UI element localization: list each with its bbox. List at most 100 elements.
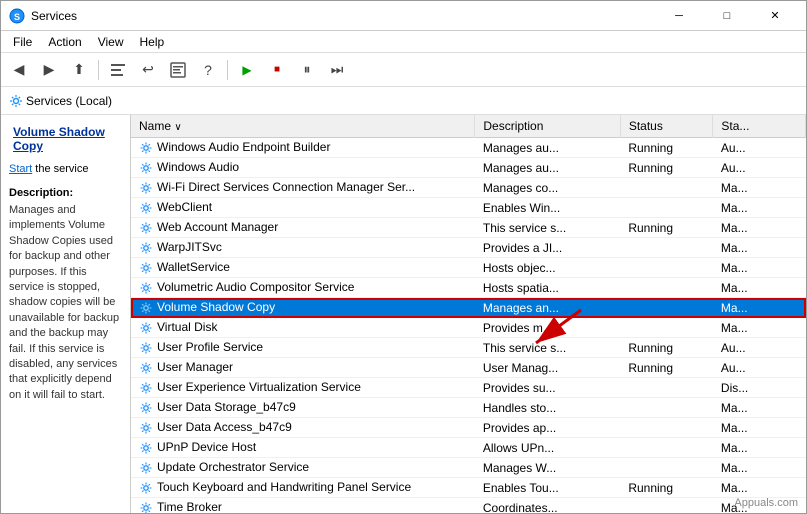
play-button[interactable]: ▶ [233, 57, 261, 83]
service-startup-cell: Ma... [713, 238, 806, 258]
service-name: User Experience Virtualization Service [157, 380, 361, 394]
sidebar-description: Description: Manages and implements Volu… [5, 183, 126, 407]
service-name-cell: Web Account Manager [131, 218, 475, 238]
table-row[interactable]: Virtual DiskProvides m...Ma... [131, 318, 806, 338]
refresh-button[interactable]: ↩ [134, 57, 162, 83]
service-startup-cell: Ma... [713, 298, 806, 318]
table-row[interactable]: Update Orchestrator ServiceManages W...M… [131, 458, 806, 478]
service-name-cell: UPnP Device Host [131, 438, 475, 458]
table-row[interactable]: User Profile ServiceThis service s...Run… [131, 338, 806, 358]
service-name-cell: Touch Keyboard and Handwriting Panel Ser… [131, 478, 475, 498]
service-desc-cell: User Manag... [475, 358, 620, 378]
service-desc-cell: Handles sto... [475, 398, 620, 418]
table-row[interactable]: Volumetric Audio Compositor ServiceHosts… [131, 278, 806, 298]
table-row[interactable]: WebClientEnables Win...Ma... [131, 198, 806, 218]
service-desc-cell: Manages au... [475, 138, 620, 158]
service-name: Wi-Fi Direct Services Connection Manager… [157, 180, 415, 194]
title-bar: S Services ─ □ ✕ [1, 1, 806, 31]
service-startup-cell: Ma... [713, 398, 806, 418]
service-desc-cell: Enables Win... [475, 198, 620, 218]
table-row[interactable]: Windows AudioManages au...RunningAu... [131, 158, 806, 178]
service-startup-cell: Dis... [713, 378, 806, 398]
table-row[interactable]: User ManagerUser Manag...RunningAu... [131, 358, 806, 378]
menu-bar: File Action View Help [1, 31, 806, 53]
breadcrumb: Services (Local) [1, 87, 806, 115]
minimize-button[interactable]: ─ [656, 1, 702, 31]
service-name: WarpJITSvc [157, 240, 222, 254]
start-service-suffix: the service [32, 163, 88, 175]
table-row[interactable]: User Data Storage_b47c9Handles sto...Ma.… [131, 398, 806, 418]
service-status-cell [620, 198, 713, 218]
service-startup-cell: Ma... [713, 258, 806, 278]
service-desc-cell: Coordinates... [475, 498, 620, 514]
service-name: User Profile Service [157, 340, 263, 354]
table-row[interactable]: Windows Audio Endpoint Builder Manages au… [131, 138, 806, 158]
service-desc-cell: Provides su... [475, 378, 620, 398]
table-row[interactable]: WarpJITSvc Provides a JI... Ma... [131, 238, 806, 258]
service-name: Windows Audio Endpoint Builder [157, 140, 330, 154]
service-name: Web Account Manager [157, 220, 278, 234]
desc-text: Manages and implements Volume Shadow Cop… [9, 203, 122, 403]
services-table-container: Name ∨ Description Status Sta... Windows… [131, 115, 806, 514]
service-status-cell [620, 498, 713, 514]
sidebar-start-link-container: Start the service [5, 159, 126, 183]
sidebar-panel: Volume Shadow Copy Start the service Des… [1, 115, 131, 514]
col-header-status[interactable]: Status [620, 115, 713, 138]
service-status-cell [620, 258, 713, 278]
service-desc-cell: Manages co... [475, 178, 620, 198]
service-name-cell: Volumetric Audio Compositor Service [131, 278, 475, 298]
service-status-cell: Running [620, 218, 713, 238]
service-desc-cell: Enables Tou... [475, 478, 620, 498]
forward-button[interactable]: ▶ [35, 57, 63, 83]
service-startup-cell: Ma... [713, 478, 806, 498]
restart-button[interactable]: ⏭ [323, 57, 351, 83]
up-button[interactable]: ⬆ [65, 57, 93, 83]
help-button[interactable]: ? [194, 57, 222, 83]
start-service-link[interactable]: Start [9, 163, 32, 175]
back-button[interactable]: ◀ [5, 57, 33, 83]
service-name-cell: Volume Shadow Copy [131, 298, 475, 318]
table-row[interactable]: Touch Keyboard and Handwriting Panel Ser… [131, 478, 806, 498]
close-button[interactable]: ✕ [752, 1, 798, 31]
show-hide-button[interactable] [104, 57, 132, 83]
menu-action[interactable]: Action [40, 33, 89, 51]
table-row[interactable]: User Experience Virtualization Service Pr… [131, 378, 806, 398]
services-table: Name ∨ Description Status Sta... Windows… [131, 115, 806, 514]
table-row[interactable]: Time BrokerCoordinates... Ma... [131, 498, 806, 514]
toolbar-sep1 [98, 60, 99, 80]
service-startup-cell: Ma... [713, 458, 806, 478]
table-row[interactable]: Web Account ManagerThis service s...Runn… [131, 218, 806, 238]
service-startup-cell: Ma... [713, 178, 806, 198]
table-row[interactable]: WalletServiceHosts objec...Ma... [131, 258, 806, 278]
table-row[interactable]: Wi-Fi Direct Services Connection Manager… [131, 178, 806, 198]
col-header-desc[interactable]: Description [475, 115, 620, 138]
menu-file[interactable]: File [5, 33, 40, 51]
export-button[interactable] [164, 57, 192, 83]
service-status-cell [620, 278, 713, 298]
toolbar: ◀ ▶ ⬆ ↩ ? ▶ ■ ⏸ ⏭ [1, 53, 806, 87]
service-status-cell: Running [620, 138, 713, 158]
col-header-name[interactable]: Name ∨ [131, 115, 475, 138]
pause-button[interactable]: ⏸ [293, 57, 321, 83]
service-startup-cell: Ma... [713, 498, 806, 514]
breadcrumb-icon [9, 94, 23, 108]
menu-help[interactable]: Help [132, 33, 173, 51]
service-name-cell: Time Broker [131, 498, 475, 514]
service-name: Windows Audio [157, 160, 239, 174]
service-name-cell: User Manager [131, 358, 475, 378]
menu-view[interactable]: View [90, 33, 132, 51]
service-name: Update Orchestrator Service [157, 460, 309, 474]
service-status-cell: Running [620, 358, 713, 378]
service-startup-cell: Ma... [713, 278, 806, 298]
table-row[interactable]: UPnP Device HostAllows UPn...Ma... [131, 438, 806, 458]
col-header-startup[interactable]: Sta... [713, 115, 806, 138]
restore-button[interactable]: □ [704, 1, 750, 31]
table-row[interactable]: User Data Access_b47c9Provides ap...Ma..… [131, 418, 806, 438]
toolbar-sep2 [227, 60, 228, 80]
service-name-cell: Wi-Fi Direct Services Connection Manager… [131, 178, 475, 198]
service-desc-cell: Provides a JI... [475, 238, 620, 258]
service-name: User Manager [157, 360, 233, 374]
stop-button[interactable]: ■ [263, 57, 291, 83]
table-row[interactable]: Volume Shadow CopyManages an...Ma... [131, 298, 806, 318]
sidebar-service-title: Volume Shadow Copy [5, 119, 126, 159]
